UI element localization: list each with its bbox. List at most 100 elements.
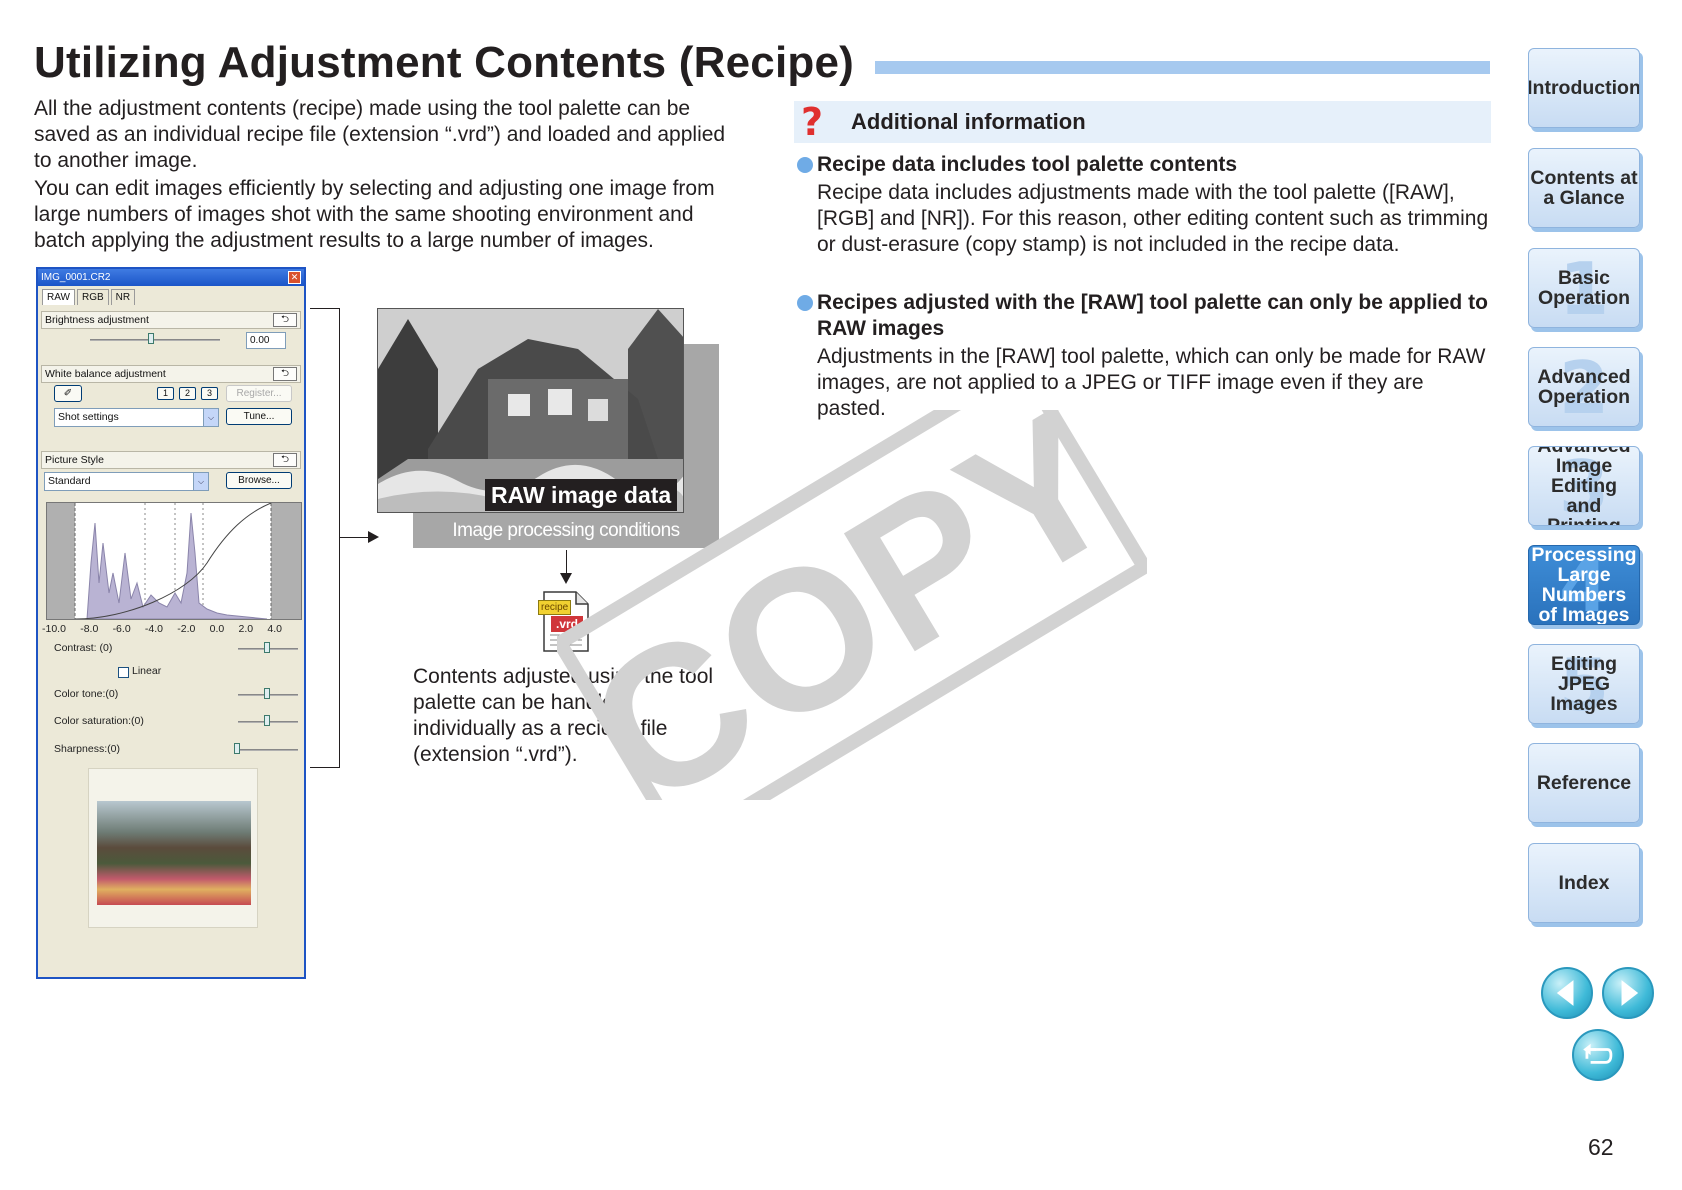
wb-select-value: Shot settings <box>58 411 119 423</box>
eyedropper-icon: ✐ <box>54 385 82 402</box>
axis-tick-label: -10.0 <box>42 623 66 635</box>
color-saturation-slider-knob <box>264 715 270 726</box>
return-icon[interactable] <box>1572 1029 1624 1081</box>
axis-tick-label: 2.0 <box>238 623 254 635</box>
linear-label: Linear <box>132 665 162 677</box>
palette-tab-nr: NR <box>110 289 136 305</box>
prev-page-icon[interactable] <box>1541 967 1593 1019</box>
sharpness-slider-knob <box>234 743 240 754</box>
nav-label: Introduction <box>1528 77 1640 99</box>
wb-preset-3: 3 <box>201 387 218 400</box>
palette-tab-raw: RAW <box>42 289 75 305</box>
histogram-graphic <box>47 502 301 620</box>
palette-titlebar: IMG_0001.CR2 ✕ <box>38 269 304 286</box>
white-balance-label: White balance adjustment <box>45 368 166 380</box>
nav-editing-jpeg-images[interactable]: 5 Editing JPEG Images <box>1528 644 1640 724</box>
histogram <box>46 502 302 620</box>
reset-icon: ⮌ <box>273 453 297 467</box>
picture-style-value: Standard <box>48 475 91 487</box>
tool-palette-screenshot: IMG_0001.CR2 ✕ RAW RGB NR Brightness adj… <box>36 267 306 979</box>
color-tone-slider-knob <box>264 688 270 699</box>
wb-preset-1: 1 <box>157 387 174 400</box>
nav-basic-operation[interactable]: 1 Basic Operation <box>1528 248 1640 328</box>
info-item-title: Recipes adjusted with the [RAW] tool pal… <box>817 291 1488 340</box>
axis-tick-label: -6.0 <box>112 623 131 635</box>
nav-contents-at-a-glance[interactable]: Contents at a Glance <box>1528 148 1640 228</box>
intro-paragraph-1: All the adjustment contents (recipe) mad… <box>34 97 726 172</box>
chevron-down-icon: ⌵ <box>193 473 208 490</box>
nav-label: Index <box>1558 872 1610 894</box>
close-icon: ✕ <box>288 271 301 284</box>
chevron-down-icon: ⌵ <box>203 409 218 426</box>
additional-info-heading: Additional information <box>851 109 1086 134</box>
recipe-tag: recipe <box>538 600 572 615</box>
nav-label: Basic Operation <box>1537 267 1631 309</box>
nav-label: Reference <box>1536 772 1632 794</box>
info-item-body: Adjustments in the [RAW] tool palette, w… <box>817 345 1486 420</box>
wb-select: Shot settings ⌵ <box>54 408 219 427</box>
histogram-axis-labels: -10.0 -8.0 -6.0 -4.0 -2.0 0.0 2.0 4.0 <box>42 623 282 635</box>
register-button: Register... <box>226 385 292 402</box>
raw-image-data-label: RAW image data <box>485 479 678 511</box>
info-item-title: Recipe data includes tool palette conten… <box>817 153 1238 176</box>
nav-processing-large-numbers[interactable]: 4 Processing Large Numbers of Images <box>1528 545 1640 625</box>
conditions-info-label: Image processing conditions information <box>452 520 680 575</box>
page-title: Utilizing Adjustment Contents (Recipe) <box>34 38 854 87</box>
arrow-line <box>340 537 370 538</box>
axis-tick-label: -4.0 <box>144 623 164 635</box>
bullet-icon <box>797 295 813 311</box>
page-number: 62 <box>1588 1134 1614 1160</box>
brightness-slider-track <box>90 339 220 341</box>
color-saturation-label: Color saturation:(0) <box>54 715 144 727</box>
arrow-right-icon <box>368 531 379 543</box>
axis-tick-label: -8.0 <box>80 623 99 635</box>
nav-advanced-image-editing[interactable]: 3 Advanced Image Editing and Printing <box>1528 446 1640 526</box>
palette-window-title: IMG_0001.CR2 <box>41 272 111 283</box>
title-rule <box>875 61 1490 74</box>
contrast-label: Contrast: (0) <box>54 642 113 654</box>
browse-button: Browse... <box>226 472 292 489</box>
question-icon: ? <box>801 100 824 144</box>
axis-tick-label: 4.0 <box>267 623 282 635</box>
nav-advanced-operation[interactable]: 2 Advanced Operation <box>1528 347 1640 427</box>
nav-label: Advanced Operation <box>1537 366 1631 408</box>
arrow-down-icon <box>560 573 572 584</box>
linear-checkbox <box>118 667 129 678</box>
brightness-section-header: Brightness adjustment ⮌ <box>41 311 301 329</box>
axis-tick-label: 0.0 <box>209 623 225 635</box>
info-item-body: Recipe data includes adjustments made wi… <box>817 181 1489 256</box>
nav-reference[interactable]: Reference <box>1528 743 1640 823</box>
picture-style-label: Picture Style <box>45 454 104 466</box>
picture-style-section-header: Picture Style ⮌ <box>41 451 301 469</box>
nav-introduction[interactable]: Introduction <box>1528 48 1640 128</box>
intro-text: All the adjustment contents (recipe) mad… <box>34 96 734 256</box>
white-balance-section-header: White balance adjustment ⮌ <box>41 365 301 383</box>
nav-label: Advanced Image Editing and Printing <box>1537 446 1631 526</box>
arrow-line <box>566 550 567 574</box>
wb-preset-2: 2 <box>179 387 196 400</box>
thumbnail-frame <box>88 768 258 928</box>
color-tone-label: Color tone:(0) <box>54 688 119 700</box>
diagram-caption: Contents adjusted using the tool palette… <box>413 665 714 766</box>
palette-tab-rgb: RGB <box>76 289 109 305</box>
picture-style-select: Standard ⌵ <box>44 472 209 491</box>
nav-label: Editing JPEG Images <box>1550 653 1618 715</box>
nav-label: Contents at a Glance <box>1530 167 1638 209</box>
sharpness-slider-track <box>238 749 298 751</box>
next-page-icon[interactable] <box>1602 967 1654 1019</box>
thumbnail-image <box>97 801 251 905</box>
brightness-slider-knob <box>148 333 154 344</box>
reset-icon: ⮌ <box>273 313 297 327</box>
reset-icon: ⮌ <box>273 367 297 381</box>
palette-tabs: RAW RGB NR <box>42 289 137 305</box>
brightness-label: Brightness adjustment <box>45 314 149 326</box>
sharpness-label: Sharpness:(0) <box>54 743 120 755</box>
vrd-tag: .vrd <box>551 616 584 632</box>
brightness-value: 0.00 <box>246 332 286 349</box>
nav-label: Processing Large Numbers of Images <box>1531 545 1637 625</box>
nav-index[interactable]: Index <box>1528 843 1640 923</box>
bracket-line <box>310 308 340 768</box>
contrast-slider-knob <box>264 642 270 653</box>
axis-tick-label: -2.0 <box>177 623 196 635</box>
bullet-icon <box>797 157 813 173</box>
